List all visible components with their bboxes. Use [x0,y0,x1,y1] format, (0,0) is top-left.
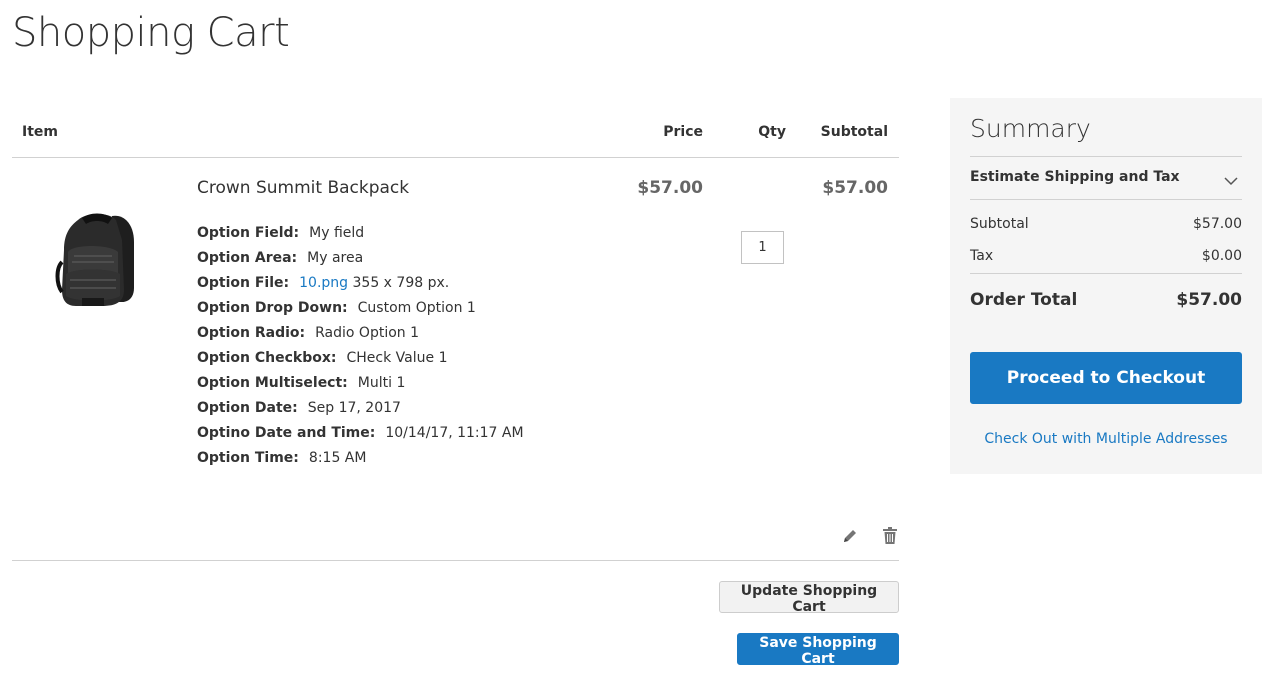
option-label: Optino Date and Time: [197,425,376,441]
option-label: Option Area: [197,250,298,266]
subtotal-row: Subtotal $57.00 [970,216,1242,232]
item-actions [841,526,899,546]
header-qty: Qty [758,124,786,140]
cart-table: Item Price Qty Subtotal Crown Summit Bac… [12,98,899,561]
order-total-value: $57.00 [1176,290,1242,310]
option-value: 10/14/17, 11:17 AM [385,425,524,441]
option-label: Option File: [197,275,290,291]
option-row: Optino Date and Time: 10/14/17, 11:17 AM [197,421,524,446]
estimate-shipping-label: Estimate Shipping and Tax [970,169,1180,185]
product-options: Option Field: My field Option Area: My are… [197,221,524,471]
pencil-icon[interactable] [841,526,859,546]
save-cart-button[interactable]: Save Shopping Cart [737,633,899,667]
option-value: Sep 17, 2017 [307,400,401,416]
item-subtotal: $57.00 [822,178,888,198]
option-value: 355 x 798 px. [348,275,450,291]
order-total-label: Order Total [970,290,1078,310]
multi-address-checkout-link[interactable]: Check Out with Multiple Addresses [950,431,1262,447]
option-label: Option Drop Down: [197,300,348,316]
backpack-product-image[interactable] [52,210,142,314]
option-value: CHeck Value 1 [346,350,448,366]
option-row: Option Field: My field [197,221,524,246]
qty-input[interactable] [741,231,784,264]
option-row: Option Time: 8:15 AM [197,446,524,471]
option-label: Option Checkbox: [197,350,337,366]
subtotal-label: Subtotal [970,216,1029,232]
estimate-shipping-toggle[interactable]: Estimate Shipping and Tax [970,156,1242,200]
summary-title: Summary [970,114,1091,143]
option-value: Radio Option 1 [315,325,420,341]
option-row: Option Multiselect: Multi 1 [197,371,524,396]
cart-item-row: Crown Summit Backpack Option Field: My fi… [12,158,899,561]
cart-table-header: Item Price Qty Subtotal [12,98,899,158]
proceed-to-checkout-button[interactable]: Proceed to Checkout [970,352,1242,404]
option-value: 8:15 AM [308,450,367,466]
option-label: Option Multiselect: [197,375,348,391]
option-label: Option Radio: [197,325,306,341]
product-name[interactable]: Crown Summit Backpack [197,178,409,198]
tax-value: $0.00 [1201,248,1242,264]
option-row: Option Area: My area [197,246,524,271]
trash-icon[interactable] [881,526,899,546]
option-label: Option Date: [197,400,298,416]
update-cart-button[interactable]: Update Shopping Cart [719,581,899,615]
header-item: Item [22,124,58,140]
item-price: $57.00 [637,178,703,198]
chevron-down-icon [1224,171,1238,190]
option-value: My area [307,250,364,266]
option-value: Multi 1 [357,375,406,391]
option-file-link[interactable]: 10.png [299,275,348,291]
option-row: Option Radio: Radio Option 1 [197,321,524,346]
header-subtotal: Subtotal [820,124,888,140]
subtotal-value: $57.00 [1193,216,1242,232]
option-label: Option Field: [197,225,300,241]
page-title: Shopping Cart [12,10,290,56]
order-total-row: Order Total $57.00 [970,273,1242,310]
order-summary: Summary Estimate Shipping and Tax Subtot… [950,98,1262,474]
option-value: Custom Option 1 [357,300,476,316]
option-row: Option File: 10.png 355 x 798 px. [197,271,524,296]
tax-row: Tax $0.00 [970,248,1242,264]
option-label: Option Time: [197,450,299,466]
tax-label: Tax [970,248,994,264]
option-row: Option Checkbox: CHeck Value 1 [197,346,524,371]
option-row: Option Date: Sep 17, 2017 [197,396,524,421]
option-value: My field [309,225,365,241]
header-price: Price [663,124,703,140]
option-row: Option Drop Down: Custom Option 1 [197,296,524,321]
